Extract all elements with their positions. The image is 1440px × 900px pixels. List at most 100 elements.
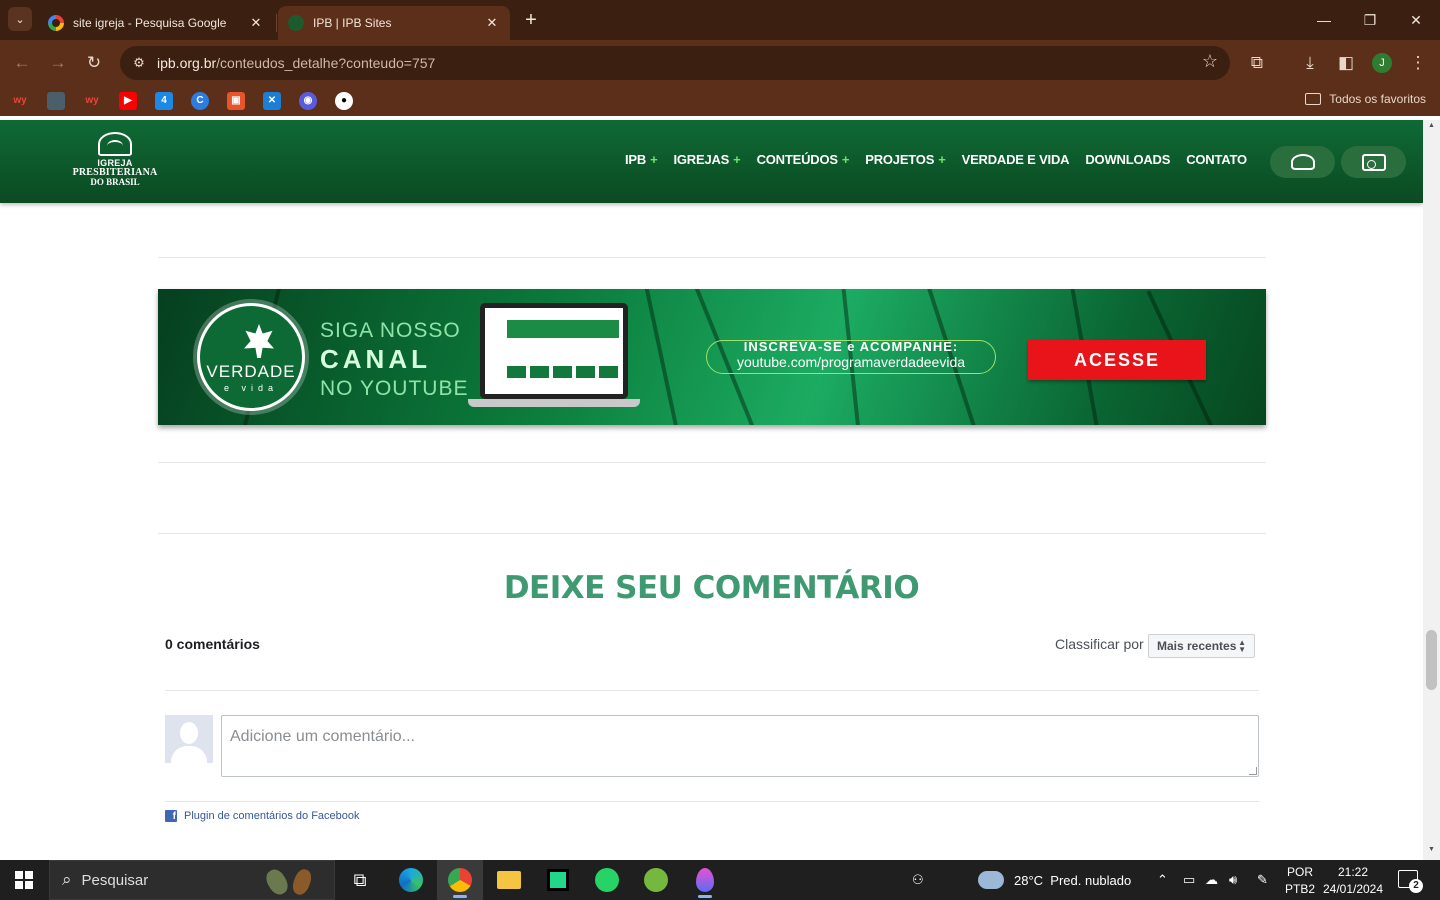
weather-widget[interactable]: 28°C Pred. nublado: [978, 860, 1131, 900]
scroll-up-icon[interactable]: ▲: [1423, 122, 1440, 129]
banner-headline: SIGA NOSSO CANAL NO YOUTUBE: [320, 316, 468, 403]
url-domain: ipb.org.br: [157, 55, 217, 71]
nav-conteudos[interactable]: CONTEÚDOS +: [757, 152, 850, 167]
divider: [158, 257, 1266, 258]
shop-icon[interactable]: ▣: [227, 92, 245, 110]
chevron-up-icon[interactable]: ⌃: [1157, 860, 1168, 900]
facebook-icon: f: [165, 810, 177, 822]
tab-ipb-sites[interactable]: IPB | IPB Sites ✕: [278, 6, 510, 40]
url-text[interactable]: ipb.org.br/conteudos_detalhe?conteudo=75…: [157, 55, 435, 71]
task-view-icon[interactable]: ⧉: [337, 860, 383, 900]
file-explorer-icon[interactable]: [486, 860, 532, 900]
ipb-sites-button[interactable]: [1270, 146, 1335, 178]
chrome-icon[interactable]: [437, 860, 483, 900]
burning-bush-icon: [1290, 154, 1315, 170]
maple-leaf-icon: [244, 324, 274, 358]
bookmark-c-icon[interactable]: C: [191, 92, 209, 110]
scroll-down-icon[interactable]: ▼: [1423, 846, 1440, 853]
people-icon[interactable]: ⚇: [912, 860, 924, 900]
tab-search-button[interactable]: ⌄: [8, 7, 32, 31]
meet-icon[interactable]: ▭: [1183, 860, 1195, 900]
sort-label: Classificar por: [1055, 636, 1144, 652]
divider: [158, 462, 1266, 463]
bookmark-circle-icon[interactable]: ◉: [299, 92, 317, 110]
ipb-icon: [288, 15, 304, 31]
close-window-button[interactable]: ✕: [1403, 8, 1429, 32]
resize-handle-icon[interactable]: [1249, 767, 1257, 775]
plus-icon: +: [650, 152, 658, 167]
language-indicator[interactable]: POR PTB2: [1284, 864, 1316, 898]
taskbar-search-placeholder: Pesquisar: [81, 871, 149, 889]
close-icon[interactable]: ✕: [484, 15, 500, 31]
pen-icon[interactable]: ✎: [1257, 860, 1268, 900]
forward-arrow-icon[interactable]: →: [46, 51, 70, 75]
weather-temp: 28°C: [1014, 872, 1044, 888]
edge-icon[interactable]: [388, 860, 434, 900]
minimize-button[interactable]: —: [1311, 8, 1337, 32]
taskbar: ⌕ Pesquisar ⧉ ⚇ 28°C Pred. nublado ⌃ ▭ ☁…: [0, 860, 1440, 900]
pycharm-icon[interactable]: [535, 860, 581, 900]
comment-input[interactable]: Adicione um comentário...: [221, 715, 1259, 777]
plus-icon: +: [841, 152, 850, 167]
onedrive-icon[interactable]: ☁: [1205, 860, 1218, 900]
site-header: IGREJA PRESBITERIANA DO BRASIL IPB + IGRE…: [0, 120, 1423, 203]
windows-start-icon[interactable]: [15, 871, 33, 889]
acesse-button[interactable]: ACESSE: [1028, 340, 1206, 380]
bookmarks-folder[interactable]: Todos os favoritos: [1305, 92, 1426, 106]
search-icon: ⌕: [62, 870, 72, 889]
tab-google-search[interactable]: site igreja - Pesquisa Google ✕: [38, 6, 274, 40]
extensions-icon[interactable]: ⧉: [1245, 51, 1269, 75]
banner-line3: NO YOUTUBE: [320, 377, 469, 400]
github-icon[interactable]: ●: [335, 92, 353, 110]
plus-icon: +: [938, 152, 946, 167]
bookmarks-bar: wy wy ▶ 4 C ▣ ✕ ◉ ● Todos os favoritos: [0, 86, 1440, 116]
nav-ipb[interactable]: IPB +: [625, 152, 658, 167]
burning-bush-icon: [98, 132, 132, 156]
maximize-button[interactable]: ❐: [1357, 8, 1383, 32]
menu-kebab-icon[interactable]: ⋮: [1406, 51, 1430, 75]
nav-verdade-e-vida[interactable]: VERDADE E VIDA: [962, 152, 1070, 167]
taskbar-search[interactable]: ⌕ Pesquisar: [49, 860, 335, 900]
banner-line2: CANAL: [320, 344, 431, 374]
nav-contato[interactable]: CONTATO: [1186, 152, 1247, 167]
side-panel-icon[interactable]: ◧: [1334, 51, 1358, 75]
download-icon[interactable]: ⤓: [1298, 51, 1322, 75]
clock-date: 24/01/2024: [1322, 882, 1384, 896]
whatsapp-icon[interactable]: [584, 860, 630, 900]
youtube-banner[interactable]: VERDADE e vida SIGA NOSSO CANAL NO YOUTU…: [158, 289, 1266, 425]
bookmark-cloud-icon[interactable]: [47, 92, 65, 110]
facebook-plugin-link[interactable]: f Plugin de comentários do Facebook: [165, 810, 360, 822]
reload-icon[interactable]: ↻: [82, 51, 106, 75]
scrollbar-thumb[interactable]: [1426, 630, 1437, 690]
close-icon[interactable]: ✕: [248, 15, 264, 31]
nav-igrejas[interactable]: IGREJAS +: [673, 152, 740, 167]
back-arrow-icon[interactable]: ←: [10, 51, 34, 75]
sort-caret-icon: ▲ ▼: [1238, 638, 1246, 654]
banner-decoration: [642, 289, 682, 425]
bookmark-4-icon[interactable]: 4: [155, 92, 173, 110]
new-tab-button[interactable]: +: [520, 9, 542, 31]
bookmark-wy-icon[interactable]: wy: [83, 92, 101, 110]
radio-button[interactable]: [1341, 146, 1406, 178]
page-scrollbar[interactable]: ▲ ▼: [1423, 120, 1440, 860]
notification-icon[interactable]: 2: [1398, 870, 1423, 893]
ipb-logo[interactable]: IGREJA PRESBITERIANA DO BRASIL: [70, 132, 160, 194]
search-highlight-image: [260, 865, 328, 898]
banner-line1: SIGA NOSSO: [320, 319, 461, 342]
clock[interactable]: 21:22 24/01/2024: [1318, 864, 1388, 898]
profile-avatar[interactable]: J: [1372, 53, 1392, 73]
address-bar[interactable]: ⚙ ipb.org.br/conteudos_detalhe?conteudo=…: [120, 46, 1230, 80]
plus-icon: +: [733, 152, 741, 167]
nav-projetos[interactable]: PROJETOS +: [865, 152, 946, 167]
tab-separator: [276, 14, 277, 32]
site-settings-icon[interactable]: ⚙: [128, 52, 150, 74]
utorrent-icon[interactable]: [633, 860, 679, 900]
bookmark-wy-icon[interactable]: wy: [11, 92, 29, 110]
volume-icon[interactable]: 🔊︎: [1229, 860, 1237, 900]
youtube-icon[interactable]: ▶: [119, 92, 137, 110]
bookmark-x-icon[interactable]: ✕: [263, 92, 281, 110]
bookmark-star-icon[interactable]: ☆: [1202, 51, 1218, 72]
sort-select[interactable]: Mais recentes ▲ ▼: [1148, 634, 1255, 658]
nav-downloads[interactable]: DOWNLOADS: [1085, 152, 1170, 167]
color-drop-icon[interactable]: [682, 860, 728, 900]
